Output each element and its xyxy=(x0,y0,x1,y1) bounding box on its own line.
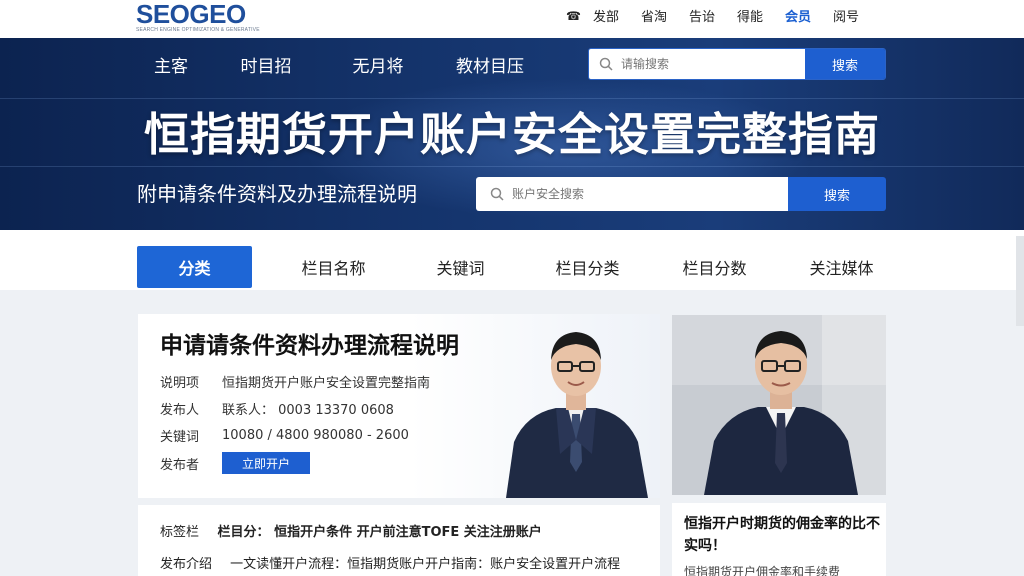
info-row: 发布者 立即开户 xyxy=(160,452,310,474)
tab-keywords[interactable]: 关键词 xyxy=(403,246,518,288)
hero-search-input[interactable] xyxy=(512,187,672,201)
related-article-sub: 恒指期货开户佣金率和手续费 xyxy=(684,565,841,576)
top-link-4[interactable]: 得能 xyxy=(737,6,763,25)
info-value: 恒指期货开户账户安全设置完整指南 xyxy=(222,376,431,391)
top-search-button[interactable]: 搜索 xyxy=(805,49,885,79)
info-row: 发布人 联系人： 0003 13370 0608 xyxy=(160,399,394,418)
site-logo[interactable]: SEOGEO SEARCH ENGINE OPTIMIZATION & GENE… xyxy=(136,0,260,33)
summary-text[interactable]: 一文读懂开户流程：恒指期货账户开户指南：账户安全设置开户流程 xyxy=(230,557,620,572)
info-label: 关键词 xyxy=(160,430,200,445)
search-icon xyxy=(490,187,504,201)
top-search-input[interactable] xyxy=(621,57,781,71)
top-search-box xyxy=(589,49,805,79)
nav-item-2[interactable]: 时目招 xyxy=(210,52,322,77)
tab-media[interactable]: 关注媒体 xyxy=(784,246,899,288)
hero-search: 搜索 xyxy=(476,177,886,211)
info-value: 10080 / 4800 980080 - 2600 xyxy=(222,428,409,443)
open-account-button[interactable]: 立即开户 xyxy=(222,452,310,474)
main-nav: 主客 时目招 无月将 教材目压 xyxy=(136,52,546,77)
advisor-photo xyxy=(704,331,858,495)
hero-decor-line xyxy=(0,166,1024,167)
scrollbar[interactable] xyxy=(1016,236,1024,326)
hero-banner: 主客 时目招 无月将 教材目压 搜索 恒指期货开户账户安全设置完整指南 附申请条… xyxy=(0,38,1024,230)
advisor-photo xyxy=(506,332,648,498)
top-link-1[interactable]: 发部 xyxy=(593,6,619,25)
tab-column-name[interactable]: 栏目名称 xyxy=(276,246,391,288)
tab-column-category[interactable]: 栏目分类 xyxy=(530,246,645,288)
phone-icon[interactable]: ☎ xyxy=(566,9,581,23)
hero-search-box xyxy=(476,177,788,211)
summary-text[interactable]: 栏目分： 恒指开户条件 开户前注意TOFE 关注注册账户 xyxy=(218,525,542,540)
nav-item-3[interactable]: 无月将 xyxy=(322,52,434,77)
hero-subtitle: 附申请条件资料及办理流程说明 xyxy=(137,182,417,206)
top-links: ☎ 发部 省淘 告诒 得能 会员 阅号 xyxy=(566,6,881,26)
top-link-6[interactable]: 阅号 xyxy=(833,6,859,25)
logo-text: SEOGEO xyxy=(136,0,246,29)
hero-search-button[interactable]: 搜索 xyxy=(788,177,886,211)
nav-item-4[interactable]: 教材目压 xyxy=(434,52,546,77)
info-value: 联系人： 0003 13370 0608 xyxy=(222,403,394,418)
top-link-3[interactable]: 告诒 xyxy=(689,6,715,25)
top-link-member[interactable]: 会员 xyxy=(785,6,811,25)
top-link-2[interactable]: 省淘 xyxy=(641,6,667,25)
article-summary-card: 标签栏 栏目分： 恒指开户条件 开户前注意TOFE 关注注册账户 发布介绍 一文… xyxy=(138,505,660,576)
info-label: 说明项 xyxy=(160,376,200,391)
info-label: 发布人 xyxy=(160,403,200,418)
search-icon xyxy=(599,57,613,71)
article-card: 申请请条件资料办理流程说明 说明项 恒指期货开户账户安全设置完整指南 发布人 联… xyxy=(138,314,660,498)
info-row: 关键词 10080 / 4800 980080 - 2600 xyxy=(160,426,409,445)
info-row: 说明项 恒指期货开户账户安全设置完整指南 xyxy=(160,372,430,391)
related-article-title[interactable]: 恒指开户时期货的佣金率的比不实吗！ xyxy=(684,513,880,557)
top-search: 搜索 xyxy=(588,48,886,80)
summary-row: 标签栏 栏目分： 恒指开户条件 开户前注意TOFE 关注注册账户 xyxy=(160,521,542,540)
summary-label: 发布介绍 xyxy=(160,557,213,572)
summary-label: 标签栏 xyxy=(160,525,200,540)
related-article-card[interactable]: 恒指开户时期货的佣金率的比不实吗！ 恒指期货开户佣金率和手续费 xyxy=(672,503,886,576)
tab-column-score[interactable]: 栏目分数 xyxy=(657,246,772,288)
tab-category[interactable]: 分类 xyxy=(137,246,252,288)
hero-title: 恒指期货开户账户安全设置完整指南 xyxy=(143,108,880,161)
photo-card[interactable] xyxy=(672,315,886,495)
summary-row: 发布介绍 一文读懂开户流程：恒指期货账户开户指南：账户安全设置开户流程 xyxy=(160,553,620,572)
category-tabs: 分类 栏目名称 关键词 栏目分类 栏目分数 关注媒体 xyxy=(137,246,911,288)
article-title: 申请请条件资料办理流程说明 xyxy=(160,333,459,359)
category-tab-bar: 分类 栏目名称 关键词 栏目分类 栏目分数 关注媒体 xyxy=(0,230,1024,290)
top-bar: SEOGEO SEARCH ENGINE OPTIMIZATION & GENE… xyxy=(0,0,1024,38)
info-label: 发布者 xyxy=(160,457,200,473)
logo-tagline: SEARCH ENGINE OPTIMIZATION & GENERATIVE xyxy=(136,27,260,33)
nav-item-home[interactable]: 主客 xyxy=(136,52,210,77)
